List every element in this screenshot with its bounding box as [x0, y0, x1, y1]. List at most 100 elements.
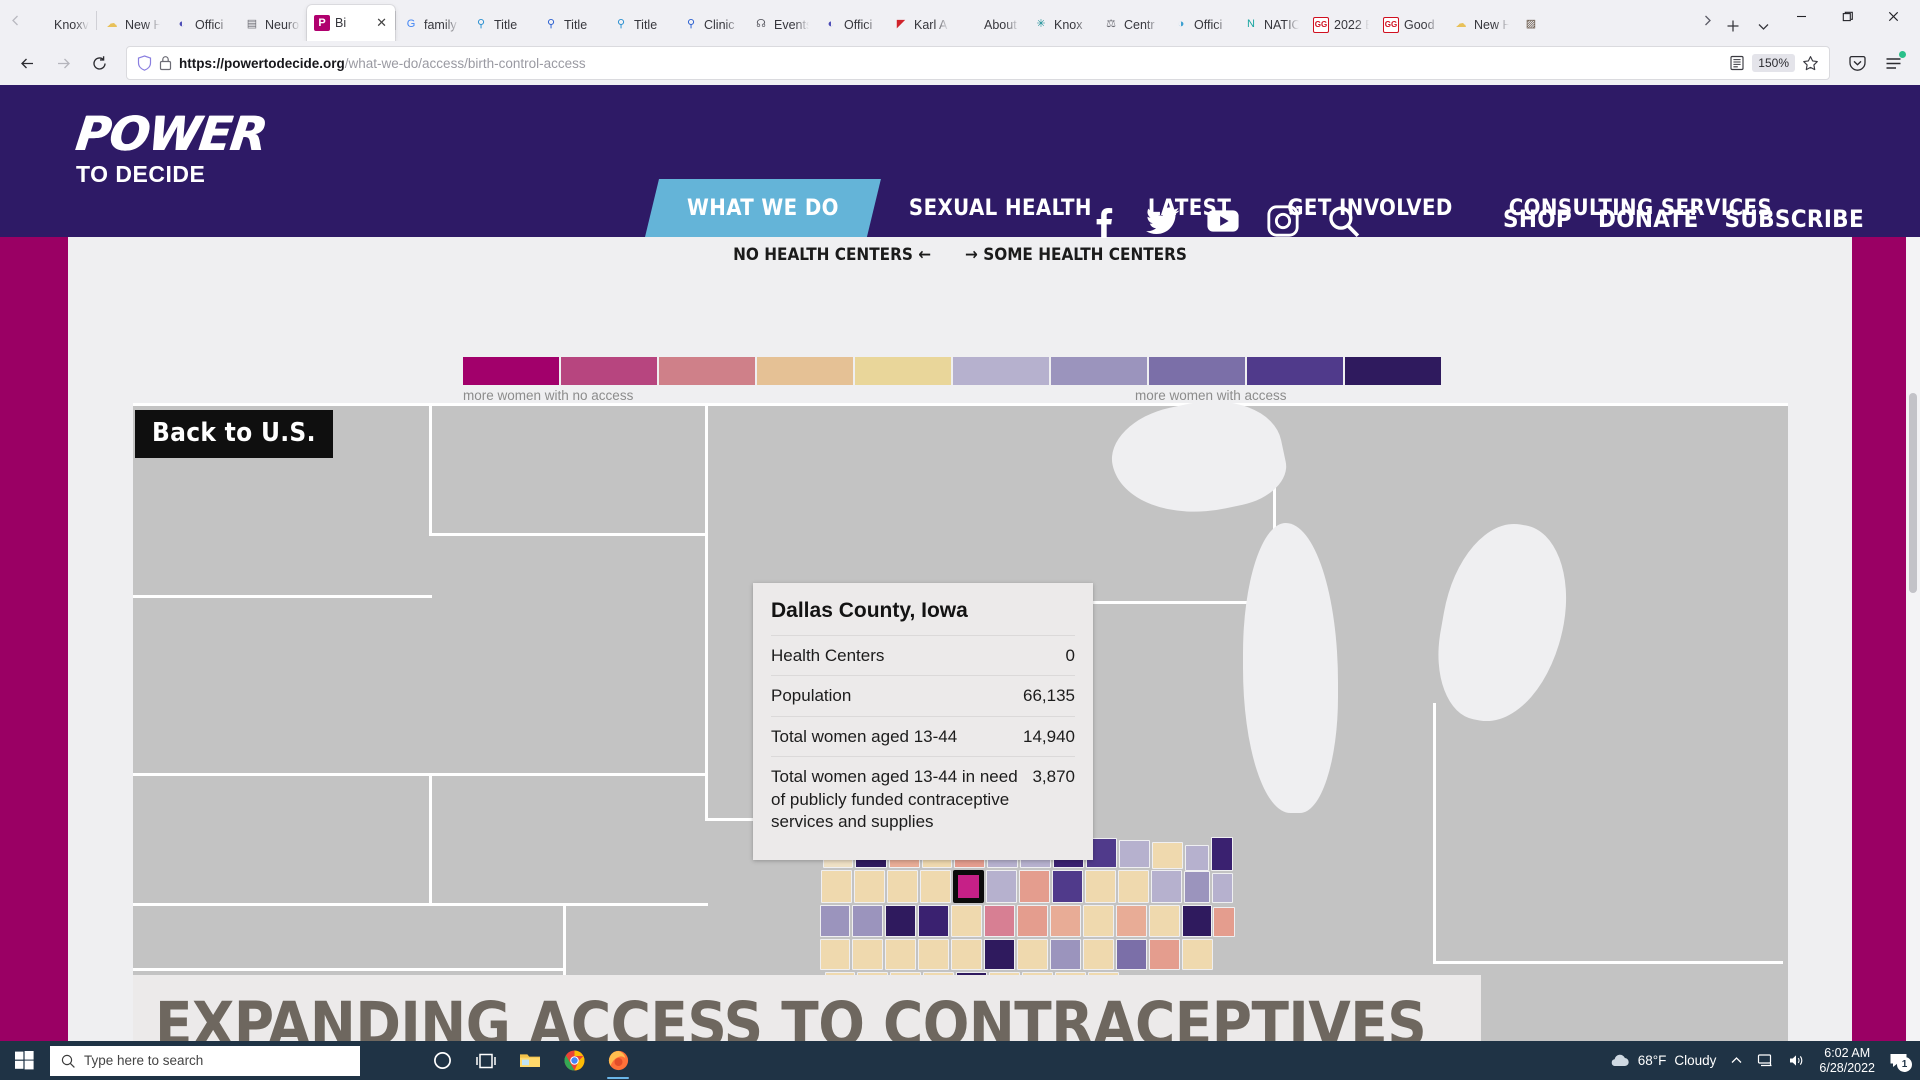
nav-item-what-we-do[interactable]: WHAT WE DO — [645, 179, 881, 237]
browser-tab[interactable]: ⚖ Centr — [1096, 8, 1166, 41]
cortana-icon[interactable] — [420, 1041, 464, 1080]
nav-item-consulting-services[interactable]: CONSULTING SERVICES — [1481, 179, 1800, 237]
scrollbar-thumb[interactable] — [1909, 393, 1917, 593]
county-cell[interactable] — [820, 905, 850, 937]
network-icon[interactable] — [1757, 1053, 1774, 1068]
browser-tab[interactable]: ✳ Knox — [1026, 8, 1096, 41]
browser-tab[interactable]: ▨ — [1516, 8, 1586, 41]
county-cell[interactable] — [854, 870, 885, 903]
weather-widget[interactable]: 68°F Cloudy — [1609, 1053, 1716, 1068]
county-cell[interactable] — [1017, 939, 1048, 970]
county-cell[interactable] — [821, 870, 852, 903]
nav-item-latest[interactable]: LATEST — [1120, 179, 1259, 237]
county-cell[interactable] — [1185, 845, 1209, 871]
browser-tab[interactable]: ▤ Neuro — [237, 8, 307, 41]
county-cell[interactable] — [1149, 939, 1180, 970]
county-cell[interactable] — [1151, 870, 1182, 903]
county-cell[interactable] — [820, 939, 850, 970]
county-cell[interactable] — [918, 905, 949, 937]
close-window-button[interactable] — [1870, 0, 1916, 32]
county-cell[interactable] — [1017, 905, 1048, 937]
county-cell[interactable] — [1116, 905, 1147, 937]
county-cell[interactable] — [1085, 870, 1116, 903]
browser-tab[interactable]: P Bi ✕ — [307, 5, 395, 41]
reader-view-icon[interactable] — [1729, 55, 1745, 71]
browser-tab[interactable]: Gfamily — [396, 8, 466, 41]
browser-tab[interactable]: ◐ Offici — [167, 8, 237, 41]
browser-tab[interactable]: GG Good — [1376, 8, 1446, 41]
browser-tab[interactable]: ⚲ Title — [466, 8, 536, 41]
browser-tab[interactable]: ◤ Karl A — [886, 8, 956, 41]
county-cell[interactable] — [1116, 939, 1147, 970]
taskbar-search-input[interactable]: Type here to search — [50, 1045, 360, 1076]
county-cell[interactable] — [885, 905, 916, 937]
shield-icon[interactable] — [137, 55, 152, 71]
county-cell[interactable] — [1050, 939, 1081, 970]
nav-item-get-involved[interactable]: GET INVOLVED — [1259, 179, 1481, 237]
page-scrollbar[interactable] — [1906, 237, 1920, 1080]
reload-button[interactable] — [82, 46, 116, 80]
county-cell[interactable] — [1211, 837, 1233, 871]
county-cell[interactable] — [887, 870, 918, 903]
county-cell[interactable] — [1083, 905, 1114, 937]
county-cell[interactable] — [1118, 870, 1149, 903]
notification-center-button[interactable]: 1 — [1889, 1052, 1912, 1072]
county-cell[interactable] — [986, 870, 1017, 903]
county-cell[interactable] — [1052, 870, 1083, 903]
county-cell[interactable] — [1182, 905, 1212, 937]
county-cell[interactable] — [920, 870, 951, 903]
scroll-tabs-left-button[interactable] — [4, 0, 26, 41]
browser-tab[interactable]: ◑ Offici — [1166, 8, 1236, 41]
site-logo[interactable]: POWER TO DECIDE — [73, 107, 269, 187]
county-cell[interactable] — [852, 905, 883, 937]
browser-tab[interactable]: Knoxv — [26, 8, 96, 41]
firefox-icon[interactable] — [596, 1041, 640, 1080]
taskbar-clock[interactable]: 6:02 AM 6/28/2022 — [1819, 1046, 1875, 1076]
scroll-tabs-right-button[interactable] — [1696, 0, 1718, 41]
maximize-button[interactable] — [1824, 0, 1870, 32]
county-cell[interactable] — [885, 939, 916, 970]
county-cell[interactable] — [1119, 840, 1150, 868]
close-tab-button[interactable]: ✕ — [375, 15, 388, 31]
file-explorer-icon[interactable] — [508, 1041, 552, 1080]
zoom-level-badge[interactable]: 150% — [1752, 54, 1795, 72]
county-cell[interactable] — [951, 939, 982, 970]
forward-button[interactable] — [46, 46, 80, 80]
county-cell[interactable] — [1083, 939, 1114, 970]
pocket-button[interactable] — [1840, 46, 1874, 80]
url-bar[interactable]: https://powertodecide.org/what-we-do/acc… — [126, 46, 1830, 80]
minimize-button[interactable] — [1778, 0, 1824, 32]
county-cell[interactable] — [1050, 905, 1081, 937]
county-cell[interactable] — [1182, 939, 1213, 970]
browser-tab[interactable]: ⚲ Title — [606, 8, 676, 41]
county-cell[interactable] — [1213, 907, 1235, 937]
county-cell[interactable] — [1149, 905, 1180, 937]
nav-item-sexual-health[interactable]: SEXUAL HEALTH — [881, 179, 1120, 237]
county-cell[interactable] — [852, 939, 883, 970]
volume-icon[interactable] — [1788, 1053, 1805, 1068]
app-menu-button[interactable] — [1876, 46, 1910, 80]
browser-tab[interactable]: About Us — [956, 8, 1026, 41]
county-cell[interactable] — [918, 939, 949, 970]
browser-tab[interactable]: ◐ Offici — [816, 8, 886, 41]
list-all-tabs-button[interactable] — [1748, 11, 1778, 41]
browser-tab[interactable]: ☁ New H — [97, 8, 167, 41]
browser-tab[interactable]: ⚲ Title — [536, 8, 606, 41]
county-cell[interactable] — [951, 905, 982, 937]
start-button[interactable] — [0, 1041, 48, 1080]
show-hidden-icons-button[interactable] — [1730, 1054, 1743, 1067]
county-cell[interactable] — [984, 939, 1015, 970]
county-cell[interactable] — [984, 905, 1015, 937]
county-cell[interactable] — [1019, 870, 1050, 903]
county-cell[interactable] — [1152, 842, 1183, 869]
browser-tab[interactable]: GG 2022 E — [1306, 8, 1376, 41]
back-button[interactable] — [10, 46, 44, 80]
back-to-us-button[interactable]: Back to U.S. — [135, 410, 333, 458]
browser-tab[interactable]: ☊ Events — [746, 8, 816, 41]
task-view-icon[interactable] — [464, 1041, 508, 1080]
selected-county[interactable] — [953, 870, 984, 903]
browser-tab[interactable]: N NATIO — [1236, 8, 1306, 41]
star-icon[interactable] — [1802, 55, 1819, 72]
chrome-icon[interactable] — [552, 1041, 596, 1080]
browser-tab[interactable]: ⚲ Clinic — [676, 8, 746, 41]
